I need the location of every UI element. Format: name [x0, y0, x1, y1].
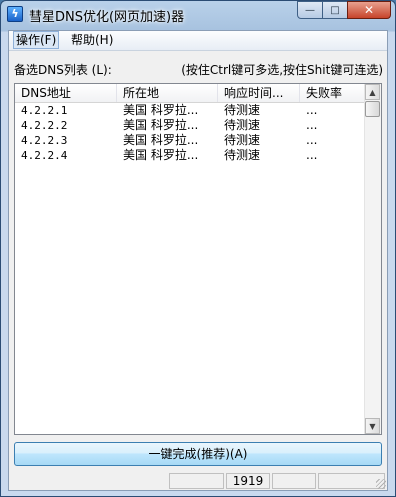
close-button[interactable]: ✕	[347, 1, 391, 19]
dns-list-label: 备选DNS列表 (L):	[14, 63, 112, 77]
table-row[interactable]: 4.2.2.2 美国 科罗拉... 待测速 ...	[15, 118, 367, 133]
list-header: DNS地址 所在地 响应时间... 失败率	[15, 84, 367, 103]
list-rows: 4.2.2.1 美国 科罗拉... 待测速 ... 4.2.2.2 美国 科罗拉…	[15, 103, 367, 163]
cell-address: 4.2.2.4	[21, 149, 68, 162]
cell-response: 待测速	[224, 133, 261, 147]
one-click-optimize-button[interactable]: 一键完成(推荐)(A)	[14, 442, 382, 466]
table-row[interactable]: 4.2.2.4 美国 科罗拉... 待测速 ...	[15, 148, 367, 163]
app-window: ϟ 彗星DNS优化(网页加速)器 — □ ✕ 操作(F) 帮助(H) 备选DNS…	[0, 0, 396, 497]
resize-grip-icon[interactable]	[376, 479, 386, 489]
menu-help[interactable]: 帮助(H)	[69, 32, 115, 48]
cell-location: 美国 科罗拉...	[123, 148, 199, 162]
status-panel-count: 1919	[226, 473, 270, 489]
client-area: 操作(F) 帮助(H) 备选DNS列表 (L): (按住Ctrl键可多选,按住S…	[8, 30, 388, 491]
window-title: 彗星DNS优化(网页加速)器	[29, 10, 185, 25]
cell-address: 4.2.2.1	[21, 104, 68, 117]
cell-address: 4.2.2.2	[21, 119, 68, 132]
lightning-icon: ϟ	[7, 6, 23, 22]
scroll-down-icon[interactable]: ▼	[365, 418, 380, 434]
status-panel-4	[318, 473, 385, 489]
status-panel-1	[169, 473, 224, 489]
scroll-thumb[interactable]	[365, 101, 380, 117]
selection-hint: (按住Ctrl键可多选,按住Shit键可连选)	[181, 63, 383, 77]
cell-address: 4.2.2.3	[21, 134, 68, 147]
cell-failure: ...	[306, 118, 318, 132]
column-failure-rate[interactable]: 失败率	[300, 84, 367, 102]
menu-bar: 操作(F) 帮助(H)	[9, 31, 387, 51]
vertical-scrollbar[interactable]: ▲ ▼	[364, 84, 381, 434]
minimize-button[interactable]: —	[297, 1, 323, 19]
cell-response: 待测速	[224, 103, 261, 117]
maximize-button[interactable]: □	[322, 1, 348, 19]
cell-location: 美国 科罗拉...	[123, 133, 199, 147]
status-bar: 1919	[9, 471, 387, 490]
scroll-up-icon[interactable]: ▲	[365, 84, 380, 100]
menu-operate[interactable]: 操作(F)	[13, 31, 60, 49]
table-row[interactable]: 4.2.2.1 美国 科罗拉... 待测速 ...	[15, 103, 367, 118]
cell-failure: ...	[306, 148, 318, 162]
cell-failure: ...	[306, 103, 318, 117]
cell-response: 待测速	[224, 118, 261, 132]
cell-location: 美国 科罗拉...	[123, 103, 199, 117]
cell-location: 美国 科罗拉...	[123, 118, 199, 132]
status-panel-3	[272, 473, 316, 489]
column-dns-address[interactable]: DNS地址	[15, 84, 117, 102]
title-bar[interactable]: ϟ 彗星DNS优化(网页加速)器 — □ ✕	[1, 1, 395, 29]
table-row[interactable]: 4.2.2.3 美国 科罗拉... 待测速 ...	[15, 133, 367, 148]
column-location[interactable]: 所在地	[117, 84, 218, 102]
column-response-time[interactable]: 响应时间...	[218, 84, 300, 102]
dns-list-view[interactable]: DNS地址 所在地 响应时间... 失败率 4.2.2.1 美国 科罗拉... …	[14, 83, 382, 435]
caption-buttons: — □ ✕	[297, 1, 391, 21]
cell-failure: ...	[306, 133, 318, 147]
cell-response: 待测速	[224, 148, 261, 162]
